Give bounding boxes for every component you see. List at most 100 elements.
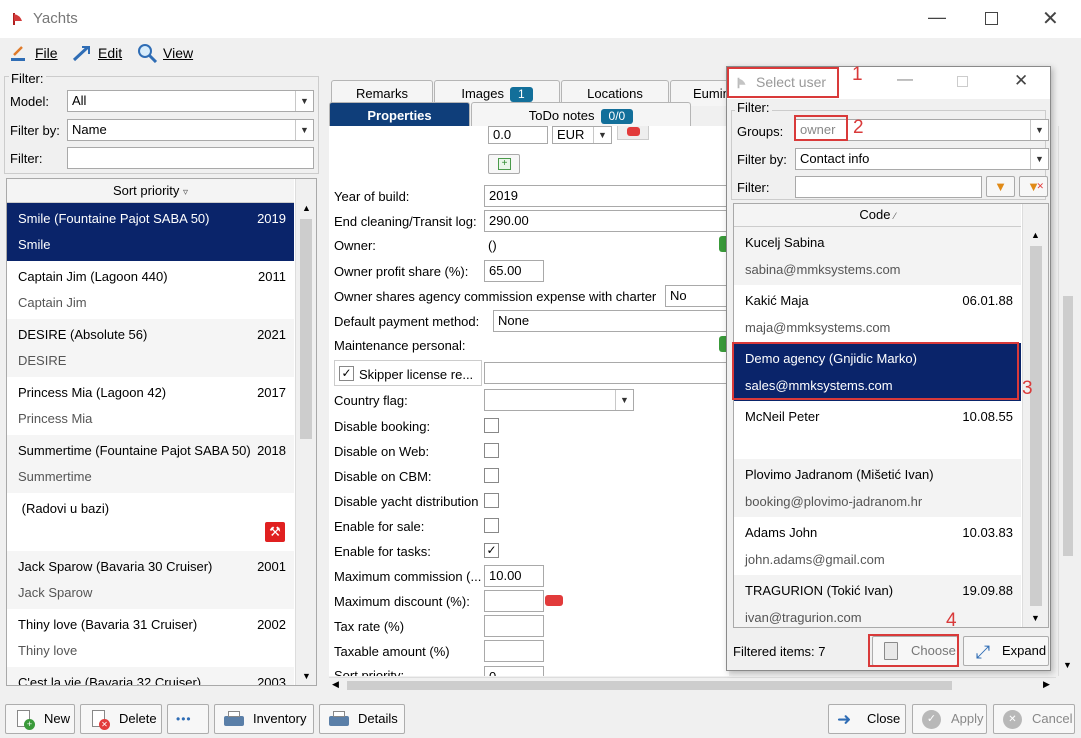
dialog-close-icon[interactable]: ✕ [1014,71,1028,91]
filterby-label: Filter by: [10,123,60,138]
scroll-thumb[interactable] [1063,296,1073,556]
model-select[interactable]: All ▼ [67,90,314,112]
table-row[interactable]: McNeil Peter 10.08.55 [734,401,1021,459]
max-discount-input[interactable] [484,590,544,612]
disable-web-checkbox[interactable] [484,443,499,458]
menu-bar: File Edit View [0,38,1081,68]
list-item[interactable]: Princess Mia (Lagoon 42) 2017 Princess Mia [7,377,294,435]
new-button[interactable]: + New [5,704,75,734]
table-row[interactable]: TRAGURION (Tokić Ivan) 19.09.88 ivan@tragu… [734,575,1021,627]
table-row[interactable]: Adams John 10.03.83 john.adams@gmail.com [734,517,1021,575]
tab-properties[interactable]: Properties [329,102,470,128]
list-item[interactable]: Jack Sparow (Bavaria 30 Cruiser) 2001 Jack… [7,551,294,609]
details-button[interactable]: Details [319,704,405,734]
dialog-filter-legend: Filter: [735,100,772,115]
country-select[interactable]: ▼ [484,389,634,411]
title-bar: Yachts — ✕ [0,0,1081,38]
menu-edit[interactable]: Edit [98,45,122,61]
dialog-maximize-icon[interactable] [957,76,968,87]
payment-select[interactable]: None [493,310,729,332]
year-input[interactable]: 2019 [484,185,729,207]
list-item[interactable]: (Radovi u bazi) ⚒ [7,493,294,551]
new-document-icon: + [14,710,36,730]
scroll-right-icon[interactable]: ▶ [1043,679,1050,690]
more-button[interactable]: ••• [167,704,209,734]
disable-booking-checkbox[interactable] [484,418,499,433]
skipper-checkbox[interactable]: ✓ [339,366,354,381]
table-row[interactable]: Kucelj Sabina sabina@mmksystems.com [734,227,1021,285]
remove-icon[interactable] [617,126,649,140]
filterby-select[interactable]: Name ▼ [67,119,314,141]
clear-filter-icon[interactable]: ▼ ✕ [1019,176,1048,197]
clear-icon[interactable] [545,595,563,606]
menu-view[interactable]: View [163,45,193,61]
list-item[interactable]: Thiny love (Bavaria 31 Cruiser) 2002 Thiny… [7,609,294,667]
list-scrollbar[interactable]: ▲ ▼ [295,179,316,685]
close-icon[interactable]: ✕ [1042,6,1059,31]
minimize-icon[interactable]: — [928,7,946,28]
list-header-code[interactable]: Code ⁄ [734,204,1021,227]
close-button[interactable]: ➜ Close [828,704,906,734]
exit-arrow-icon: ➜ [837,710,852,729]
dialog-minimize-icon[interactable]: — [897,71,913,89]
edit-icon [72,45,90,62]
tax-rate-input[interactable] [484,615,544,637]
sort-priority-label: Sort priority: [334,668,405,676]
filter-input[interactable] [67,147,314,169]
user-list[interactable]: Code ⁄ Kucelj Sabina sabina@mmksystems.co… [733,203,1049,628]
enable-tasks-checkbox[interactable]: ✓ [484,543,499,558]
owner-agency-select[interactable]: No [665,285,729,307]
list-item[interactable]: Captain Jim (Lagoon 440) 2011 Captain Jim [7,261,294,319]
end-cleaning-input[interactable]: 290.00 [484,210,729,232]
list-item[interactable]: Smile (Fountaine Pajot SABA 50) 2019 Smile [7,203,294,261]
dialog-filter-label: Filter: [737,180,770,195]
owner-value: () [488,238,497,253]
enable-sale-checkbox[interactable] [484,518,499,533]
scroll-left-icon[interactable]: ◀ [332,679,339,690]
menu-file[interactable]: File [35,45,58,61]
price-input[interactable]: 0.0 [488,126,548,144]
chevron-down-icon: ▼ [295,91,313,111]
list-header-sort-priority[interactable]: Sort priority ▿ [7,179,294,203]
table-row[interactable]: Plovimo Jadranom (Mišetić Ivan) booking@p… [734,459,1021,517]
skipper-input[interactable] [484,362,729,384]
maximize-icon[interactable] [985,12,998,25]
scroll-thumb[interactable] [347,681,952,690]
add-icon[interactable]: + [488,154,520,174]
user-list-scrollbar[interactable]: ▲ ▼ [1022,204,1048,627]
yacht-list[interactable]: Sort priority ▿ Smile (Fountaine Pajot S… [6,178,317,686]
currency-select[interactable]: EUR ▼ [552,126,612,144]
scroll-up-icon[interactable]: ▲ [302,203,311,213]
expand-button[interactable]: ⤢ Expand [963,636,1049,666]
filter-label: Filter: [10,151,43,166]
horizontal-scrollbar[interactable]: ◀ ▶ [329,677,1056,692]
taxable-input[interactable] [484,640,544,662]
max-commission-input[interactable]: 10.00 [484,565,544,587]
scroll-thumb[interactable] [300,219,312,439]
year-label: Year of build: [334,189,410,204]
apply-button[interactable]: ✓ Apply [912,704,987,734]
scroll-thumb[interactable] [1030,246,1042,606]
sort-priority-input[interactable]: 0 [484,666,544,676]
filter-icon[interactable]: ▼ [986,176,1015,197]
dialog-filterby-select[interactable]: Contact info ▼ [795,148,1049,170]
scroll-up-icon[interactable]: ▲ [1031,230,1040,240]
cancel-button[interactable]: ✕ Cancel [993,704,1075,734]
list-item[interactable]: C'est la vie (Bavaria 32 Cruiser) 2003 [7,667,294,685]
disable-distribution-checkbox[interactable] [484,493,499,508]
delete-button[interactable]: ✕ Delete [80,704,162,734]
main-scrollbar[interactable]: ▼ [1058,126,1076,676]
list-item[interactable]: Summertime (Fountaine Pajot SABA 50) 2018… [7,435,294,493]
scroll-down-icon[interactable]: ▼ [1063,660,1072,670]
inventory-button[interactable]: Inventory [214,704,314,734]
sort-up-icon: ⁄ [894,211,896,221]
dialog-filterby-label: Filter by: [737,152,787,167]
dialog-filter-input[interactable] [795,176,982,198]
owner-share-input[interactable]: 65.00 [484,260,544,282]
tab-todo[interactable]: ToDo notes 0/0 [471,102,691,128]
scroll-down-icon[interactable]: ▼ [1031,613,1040,623]
list-item[interactable]: DESIRE (Absolute 56) 2021 DESIRE [7,319,294,377]
table-row[interactable]: Kakić Maja 06.01.88 maja@mmksystems.com [734,285,1021,343]
scroll-down-icon[interactable]: ▼ [302,671,311,681]
disable-cbm-checkbox[interactable] [484,468,499,483]
